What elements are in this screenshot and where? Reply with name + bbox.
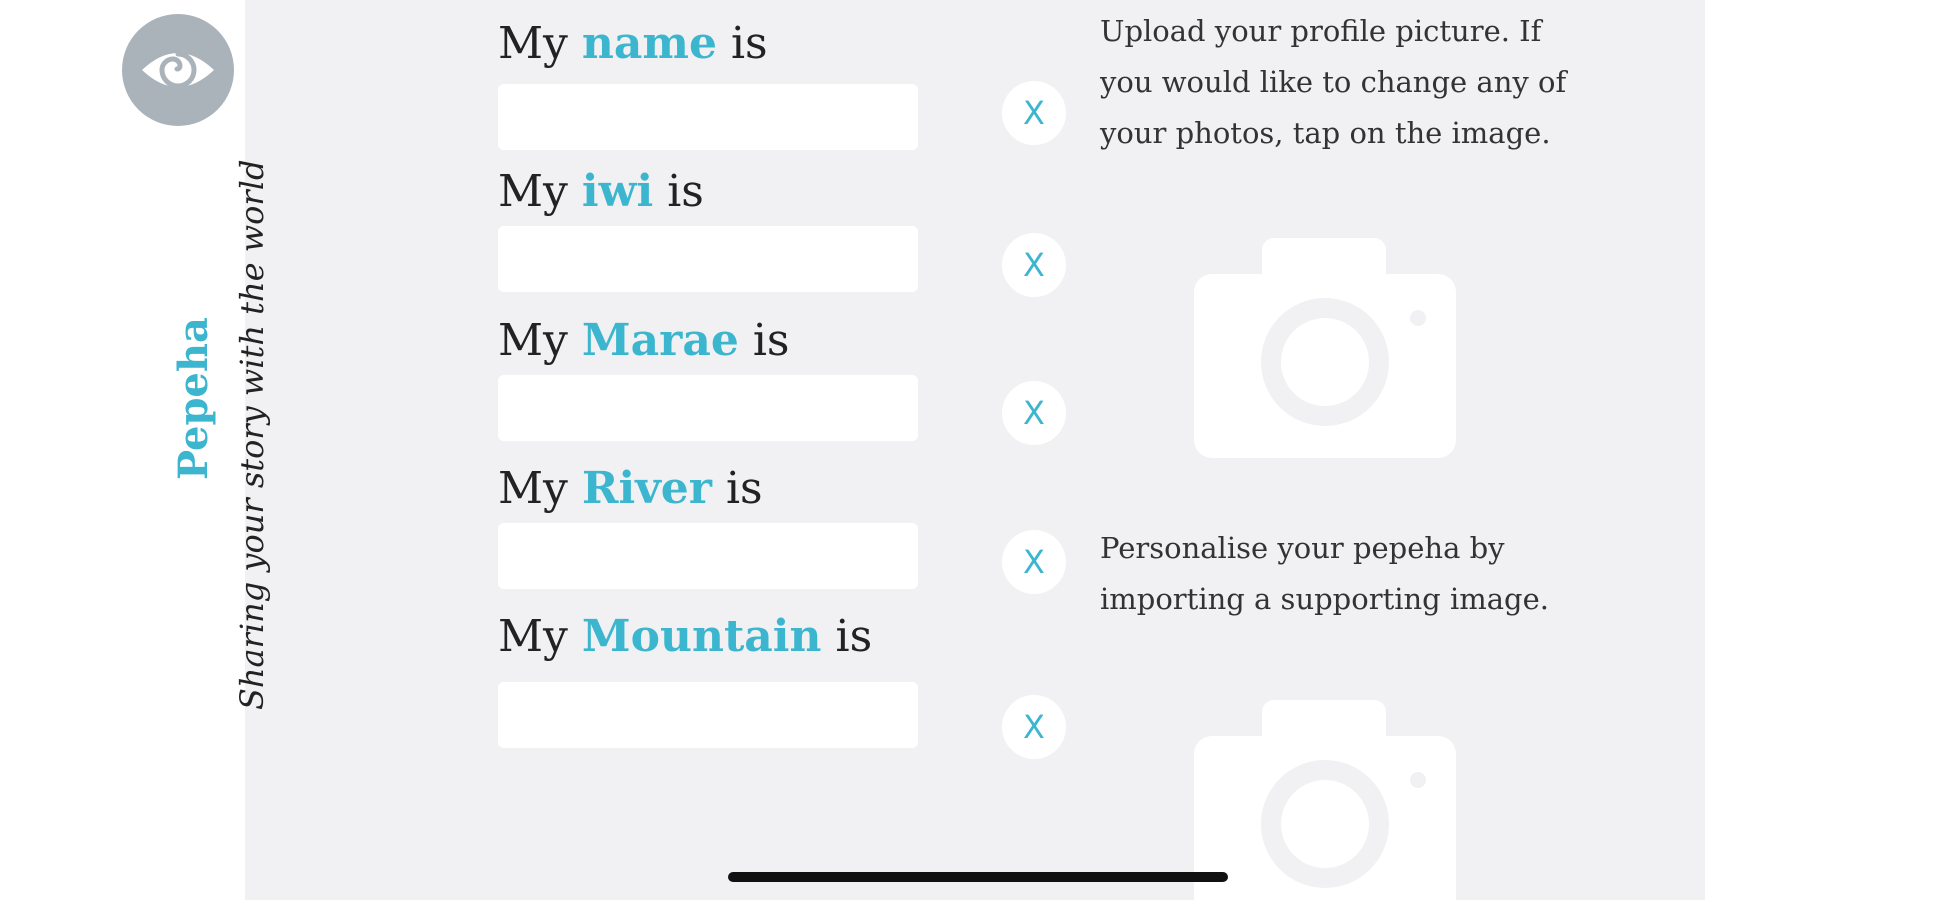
supporting-image-help: Personalise your pepeha by importing a s…: [1100, 531, 1549, 616]
side-title: Pepeha Sharing your story with the world: [170, 160, 274, 710]
clear-name-button[interactable]: X: [1002, 81, 1066, 145]
app-tagline: Sharing your story with the world: [233, 159, 271, 710]
field-row-mountain: My Mountain is: [498, 611, 918, 748]
mountain-input[interactable]: [498, 682, 918, 748]
field-label: My iwi is: [498, 166, 704, 217]
clear-river-button[interactable]: X: [1002, 530, 1066, 594]
field-label: My Mountain is: [498, 611, 873, 662]
field-label: My River is: [498, 463, 763, 514]
clear-mountain-button[interactable]: X: [1002, 695, 1066, 759]
clear-iwi-button[interactable]: X: [1002, 233, 1066, 297]
name-input[interactable]: [498, 84, 918, 150]
supporting-image-camera-icon[interactable]: [1194, 700, 1456, 924]
marae-input[interactable]: [498, 375, 918, 441]
field-row-marae: My Marae is: [498, 315, 918, 441]
app-logo-icon[interactable]: [122, 14, 234, 126]
field-label: My name is: [498, 18, 768, 69]
home-indicator[interactable]: [728, 872, 1228, 882]
field-row-river: My River is: [498, 463, 918, 589]
river-input[interactable]: [498, 523, 918, 589]
iwi-input[interactable]: [498, 226, 918, 292]
field-label: My Marae is: [498, 315, 790, 366]
field-row-iwi: My iwi is: [498, 166, 918, 292]
clear-marae-button[interactable]: X: [1002, 381, 1066, 445]
app-title: Pepeha: [170, 317, 217, 480]
profile-picture-help: Upload your profile picture. If you woul…: [1100, 14, 1567, 150]
profile-picture-camera-icon[interactable]: [1194, 238, 1456, 462]
field-row-name: My name is: [498, 18, 918, 150]
